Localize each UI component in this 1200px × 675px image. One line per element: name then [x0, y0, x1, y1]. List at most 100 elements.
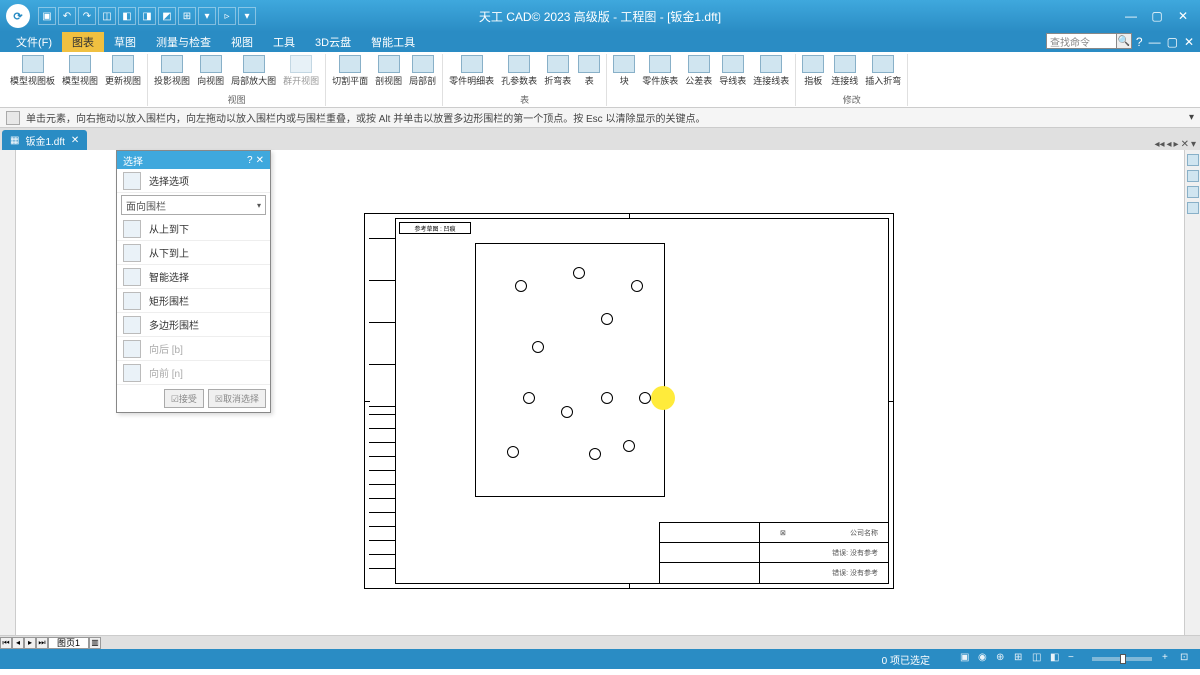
hole-12[interactable] [589, 448, 601, 460]
menu-draw[interactable]: 图表 [62, 32, 104, 52]
rb-modelview[interactable]: 模型视图 [60, 54, 100, 88]
mdi-restore-icon[interactable]: ▢ [1167, 35, 1178, 49]
qat-more-icon[interactable]: ▾ [238, 7, 256, 25]
panel-poly-fence[interactable]: 多边形围栏 [117, 313, 270, 337]
doc-nav-prev-icon[interactable]: ◂ [1167, 139, 1172, 150]
hole-1[interactable] [515, 280, 527, 292]
hole-5[interactable] [532, 341, 544, 353]
rs-btn-4[interactable] [1187, 202, 1199, 214]
menu-sketch[interactable]: 草图 [104, 32, 146, 52]
rb-holetable[interactable]: 孔参数表 [499, 54, 539, 88]
sheet-tab-1[interactable]: 图页1 [48, 637, 89, 649]
hole-13[interactable] [623, 440, 635, 452]
zoom-in-icon[interactable]: + [1162, 652, 1176, 666]
menu-tools[interactable]: 工具 [263, 32, 305, 52]
panel-options[interactable]: 选择选项 [117, 169, 270, 193]
qat-btn6-icon[interactable]: ◨ [138, 7, 156, 25]
qat-pointer-icon[interactable]: ▹ [218, 7, 236, 25]
qat-btn8-icon[interactable]: ⊞ [178, 7, 196, 25]
qat-btn9-icon[interactable]: ▾ [198, 7, 216, 25]
qat-redo-icon[interactable]: ↷ [78, 7, 96, 25]
zoom-thumb[interactable] [1120, 654, 1126, 664]
hole-8[interactable] [601, 392, 613, 404]
menu-measure[interactable]: 测量与检查 [146, 32, 221, 52]
maximize-button[interactable]: ▢ [1146, 7, 1168, 25]
document-tab[interactable]: ▦ 钣金1.dft ✕ [2, 130, 87, 150]
rb-localsection[interactable]: 局部剖 [407, 54, 438, 88]
panel-bottom-to-top[interactable]: 从下到上 [117, 241, 270, 265]
qat-btn5-icon[interactable]: ◧ [118, 7, 136, 25]
hole-7[interactable] [561, 406, 573, 418]
hole-6[interactable] [523, 392, 535, 404]
doc-nav-more-icon[interactable]: ▾ [1191, 139, 1196, 150]
rb-toview[interactable]: 向视图 [195, 54, 226, 88]
status-icon-5[interactable]: ◫ [1032, 652, 1046, 666]
menu-view[interactable]: 视图 [221, 32, 263, 52]
mdi-minimize-icon[interactable]: — [1149, 35, 1161, 49]
st-prev-icon[interactable]: ◂ [12, 637, 24, 649]
rb-board[interactable]: 指板 [800, 54, 826, 88]
minimize-button[interactable]: — [1120, 7, 1142, 25]
rb-bom[interactable]: 零件明细表 [447, 54, 496, 88]
rb-bendtable[interactable]: 折弯表 [542, 54, 573, 88]
panel-title-bar[interactable]: 选择 ? ✕ [117, 151, 270, 169]
mdi-close-icon[interactable]: ✕ [1184, 35, 1194, 49]
rb-openview[interactable]: 群开视图 [281, 54, 321, 88]
hole-2[interactable] [573, 267, 585, 279]
rb-cutplane[interactable]: 切割平面 [330, 54, 370, 88]
zoom-fit-icon[interactable]: ⊡ [1180, 652, 1194, 666]
panel-fence-mode-dropdown[interactable]: 面向围栏 [121, 195, 266, 215]
rb-detailview[interactable]: 局部放大图 [229, 54, 278, 88]
help-icon[interactable]: ? [1136, 35, 1143, 49]
st-next-icon[interactable]: ▸ [24, 637, 36, 649]
status-icon-3[interactable]: ⊕ [996, 652, 1010, 666]
panel-rect-fence[interactable]: 矩形围栏 [117, 289, 270, 313]
qat-btn7-icon[interactable]: ◩ [158, 7, 176, 25]
panel-top-to-bottom[interactable]: 从上到下 [117, 217, 270, 241]
drawing-sheet[interactable]: 参考草图 : 凹痕 [364, 213, 894, 589]
status-icon-2[interactable]: ◉ [978, 652, 992, 666]
status-icon-6[interactable]: ◧ [1050, 652, 1064, 666]
rb-insertbend[interactable]: 插入折弯 [863, 54, 903, 88]
rb-table[interactable]: 表 [576, 54, 602, 88]
status-icon-1[interactable]: ▣ [960, 652, 974, 666]
rb-wiretable[interactable]: 导线表 [717, 54, 748, 88]
hole-11[interactable] [507, 446, 519, 458]
panel-close-icon[interactable]: ✕ [256, 155, 264, 166]
rb-updateview[interactable]: 更新视图 [103, 54, 143, 88]
doc-nav-next-icon[interactable]: ▸ [1174, 139, 1179, 150]
hole-3[interactable] [631, 280, 643, 292]
doc-nav-close-icon[interactable]: ✕ [1181, 139, 1189, 150]
panel-help-icon[interactable]: ? [247, 155, 253, 166]
st-last-icon[interactable]: ⏭ [36, 637, 48, 649]
qat-btn4-icon[interactable]: ◫ [98, 7, 116, 25]
st-first-icon[interactable]: ⏮ [0, 637, 12, 649]
panel-cancel-button[interactable]: ☒取消选择 [208, 389, 266, 408]
zoom-out-icon[interactable]: − [1068, 652, 1082, 666]
qat-save-icon[interactable]: ▣ [38, 7, 56, 25]
zoom-slider[interactable] [1092, 657, 1152, 661]
rb-connecttable[interactable]: 连接线表 [751, 54, 791, 88]
rb-familytable[interactable]: 零件族表 [640, 54, 680, 88]
title-block[interactable]: ⊠公司名称 错误: 没有参考 错误: 没有参考 [659, 522, 889, 584]
menu-cloud3d[interactable]: 3D云盘 [305, 32, 361, 52]
rs-btn-2[interactable] [1187, 170, 1199, 182]
qat-undo-icon[interactable]: ↶ [58, 7, 76, 25]
close-button[interactable]: ✕ [1172, 7, 1194, 25]
panel-accept-button[interactable]: ☑接受 [164, 389, 204, 408]
menu-file[interactable]: 文件(F) [6, 32, 62, 52]
doc-tab-close-icon[interactable]: ✕ [71, 135, 79, 146]
hint-dropdown-icon[interactable]: ▾ [1189, 112, 1194, 123]
canvas-area[interactable]: 选择 ? ✕ 选择选项 面向围栏 从上到下 从下到上 智能选择 矩形围栏 多边形… [16, 150, 1184, 635]
hole-9[interactable] [639, 392, 651, 404]
rb-connectline[interactable]: 连接线 [829, 54, 860, 88]
panel-smart-select[interactable]: 智能选择 [117, 265, 270, 289]
rb-modelboard[interactable]: 模型视图板 [8, 54, 57, 88]
search-icon[interactable]: 🔍 [1116, 33, 1132, 49]
menu-smart[interactable]: 智能工具 [361, 32, 425, 52]
rb-sectionview[interactable]: 剖视图 [373, 54, 404, 88]
rb-projview[interactable]: 投影视图 [152, 54, 192, 88]
st-add-icon[interactable]: ▥ [89, 637, 101, 649]
status-icon-4[interactable]: ⊞ [1014, 652, 1028, 666]
rb-toltable[interactable]: 公差表 [683, 54, 714, 88]
